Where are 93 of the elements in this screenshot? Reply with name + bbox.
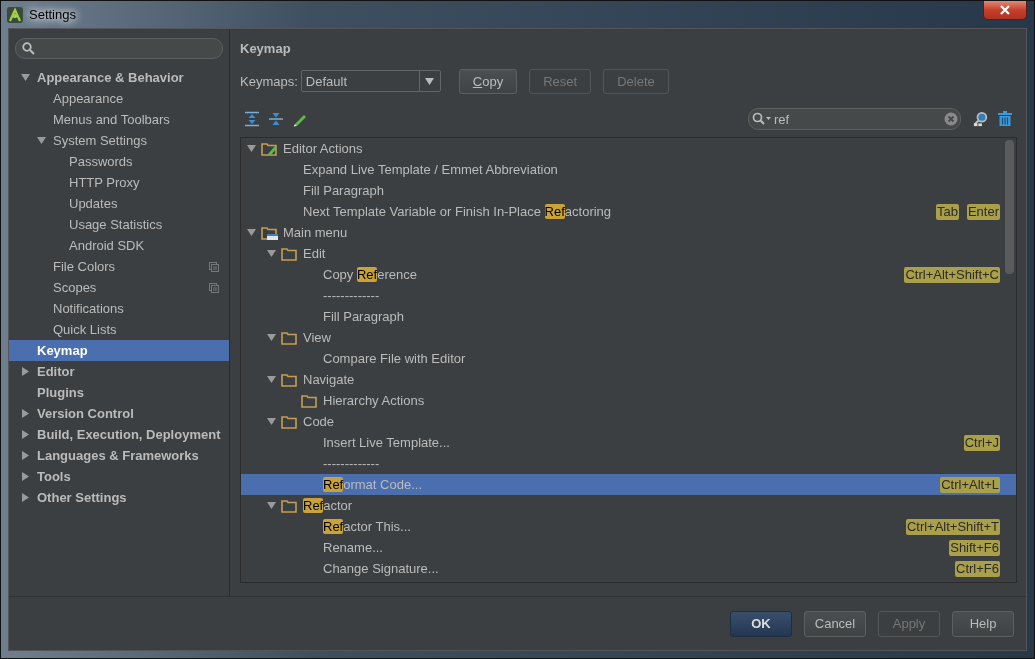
shortcut-badge: Ctrl+Alt+L: [940, 476, 1000, 493]
sidebar-item[interactable]: Build, Execution, Deployment: [9, 424, 229, 445]
separator-row[interactable]: -------------: [241, 453, 1016, 474]
collapsed-arrow-icon: [21, 367, 30, 376]
keymap-row[interactable]: Insert Live Template... Ctrl+J: [241, 432, 1016, 453]
sidebar-item[interactable]: Scopes: [9, 277, 229, 298]
sidebar-item[interactable]: Keymap: [9, 340, 229, 361]
search-icon: [752, 112, 772, 126]
keymap-row[interactable]: Change Signature... Ctrl+F6: [241, 558, 1016, 579]
keymap-row[interactable]: Hierarchy Actions: [241, 390, 1016, 411]
expanded-arrow-icon: [246, 144, 256, 153]
expanded-arrow-icon: [266, 249, 276, 258]
shortcut-badge: Ctrl+Alt+Shift+C: [904, 266, 1000, 283]
sidebar-item[interactable]: Notifications: [9, 298, 229, 319]
folder-icon: [281, 497, 298, 514]
keymaps-label: Keymaps:: [240, 73, 298, 89]
shortcut-badge: Ctrl+Alt+Shift+T: [905, 518, 1000, 535]
keymap-row[interactable]: Navigate: [241, 369, 1016, 390]
sidebar-item[interactable]: Languages & Frameworks: [9, 445, 229, 466]
keymap-row[interactable]: View: [241, 327, 1016, 348]
close-button[interactable]: [983, 1, 1027, 20]
dropdown-arrow-icon: [425, 76, 435, 86]
shortcut-badge: Ctrl+F6: [955, 560, 1000, 577]
app-icon: [7, 6, 23, 23]
sidebar-item[interactable]: Other Settings: [9, 487, 229, 508]
section-title: Keymap: [240, 41, 292, 56]
expand-all-icon[interactable]: [244, 111, 260, 127]
folder-pencil-icon: [261, 140, 278, 157]
collapse-all-icon[interactable]: [268, 111, 284, 127]
collapsed-arrow-icon: [21, 493, 30, 502]
separator-row[interactable]: -------------: [241, 285, 1016, 306]
dialog-button[interactable]: Cancel: [804, 610, 866, 637]
expanded-arrow-icon: [266, 417, 276, 426]
search-field[interactable]: [15, 38, 223, 59]
keymap-row[interactable]: Edit: [241, 243, 1016, 264]
sidebar-item[interactable]: Android SDK: [9, 235, 229, 256]
expanded-arrow-icon: [266, 501, 276, 510]
collapsed-arrow-icon: [21, 451, 30, 460]
folder-icon: [281, 329, 298, 346]
expanded-arrow-icon: [21, 73, 30, 82]
dialog-button[interactable]: OK: [730, 610, 792, 637]
sidebar-item[interactable]: Updates: [9, 193, 229, 214]
sidebar-item[interactable]: HTTP Proxy: [9, 172, 229, 193]
folder-icon: [301, 392, 318, 409]
keymap-row[interactable]: Editor Actions: [241, 138, 1016, 159]
collapsed-arrow-icon: [21, 430, 30, 439]
window-title: Settings: [29, 7, 76, 22]
search-icon: [22, 42, 35, 55]
folder-icon: [281, 413, 298, 430]
sidebar-item[interactable]: Quick Lists: [9, 319, 229, 340]
shortcut-badge: Shift+F6: [949, 539, 1000, 556]
expanded-arrow-icon: [266, 333, 276, 342]
keymap-row[interactable]: Expand Live Template / Emmet Abbreviation: [241, 159, 1016, 180]
keymap-row[interactable]: Fill Paragraph: [241, 306, 1016, 327]
scrollbar-thumb[interactable]: [1005, 140, 1014, 274]
keymap-row[interactable]: Compare File with Editor: [241, 348, 1016, 369]
sidebar-item[interactable]: Menus and Toolbars: [9, 109, 229, 130]
sidebar-item[interactable]: Appearance: [9, 88, 229, 109]
sidebar-item[interactable]: Usage Statistics: [9, 214, 229, 235]
keymap-button[interactable]: Copy: [458, 68, 518, 94]
close-icon: [1000, 5, 1010, 15]
keymap-row[interactable]: Code: [241, 411, 1016, 432]
keymap-row[interactable]: Fill Paragraph: [241, 180, 1016, 201]
sidebar-item[interactable]: Editor: [9, 361, 229, 382]
collapsed-arrow-icon: [21, 409, 30, 418]
folder-menu-icon: [261, 224, 278, 241]
expanded-arrow-icon: [37, 136, 46, 145]
folder-icon: [281, 245, 298, 262]
sidebar-item[interactable]: File Colors: [9, 256, 229, 277]
keymap-row[interactable]: Rename... Shift+F6: [241, 537, 1016, 558]
keymap-dropdown[interactable]: Default: [300, 70, 441, 92]
sidebar-item[interactable]: Passwords: [9, 151, 229, 172]
sidebar-item[interactable]: Version Control: [9, 403, 229, 424]
shortcut-badge: Tab: [935, 203, 959, 220]
sidebar-item[interactable]: System Settings: [9, 130, 229, 151]
sidebar-item[interactable]: Appearance & Behavior: [9, 67, 229, 88]
filter-input[interactable]: ref: [772, 111, 944, 127]
filter-field[interactable]: ref: [748, 108, 961, 130]
shortcut-badge: Enter: [966, 203, 1000, 220]
expanded-arrow-icon: [246, 228, 256, 237]
keymap-row[interactable]: Refactor: [241, 495, 1016, 516]
find-shortcut-icon[interactable]: [973, 111, 989, 127]
dialog-button[interactable]: Help: [952, 610, 1014, 637]
trash-icon[interactable]: [997, 111, 1013, 127]
clear-icon[interactable]: [944, 112, 958, 126]
collapsed-arrow-icon: [21, 472, 30, 481]
sidebar-item[interactable]: Plugins: [9, 382, 229, 403]
keymap-row[interactable]: Main menu: [241, 222, 1016, 243]
expanded-arrow-icon: [266, 375, 276, 384]
folder-icon: [281, 371, 298, 388]
shortcut-badge: Ctrl+J: [963, 434, 1000, 451]
keymap-row[interactable]: Refactor This... Ctrl+Alt+Shift+T: [241, 516, 1016, 537]
sidebar-item[interactable]: Tools: [9, 466, 229, 487]
